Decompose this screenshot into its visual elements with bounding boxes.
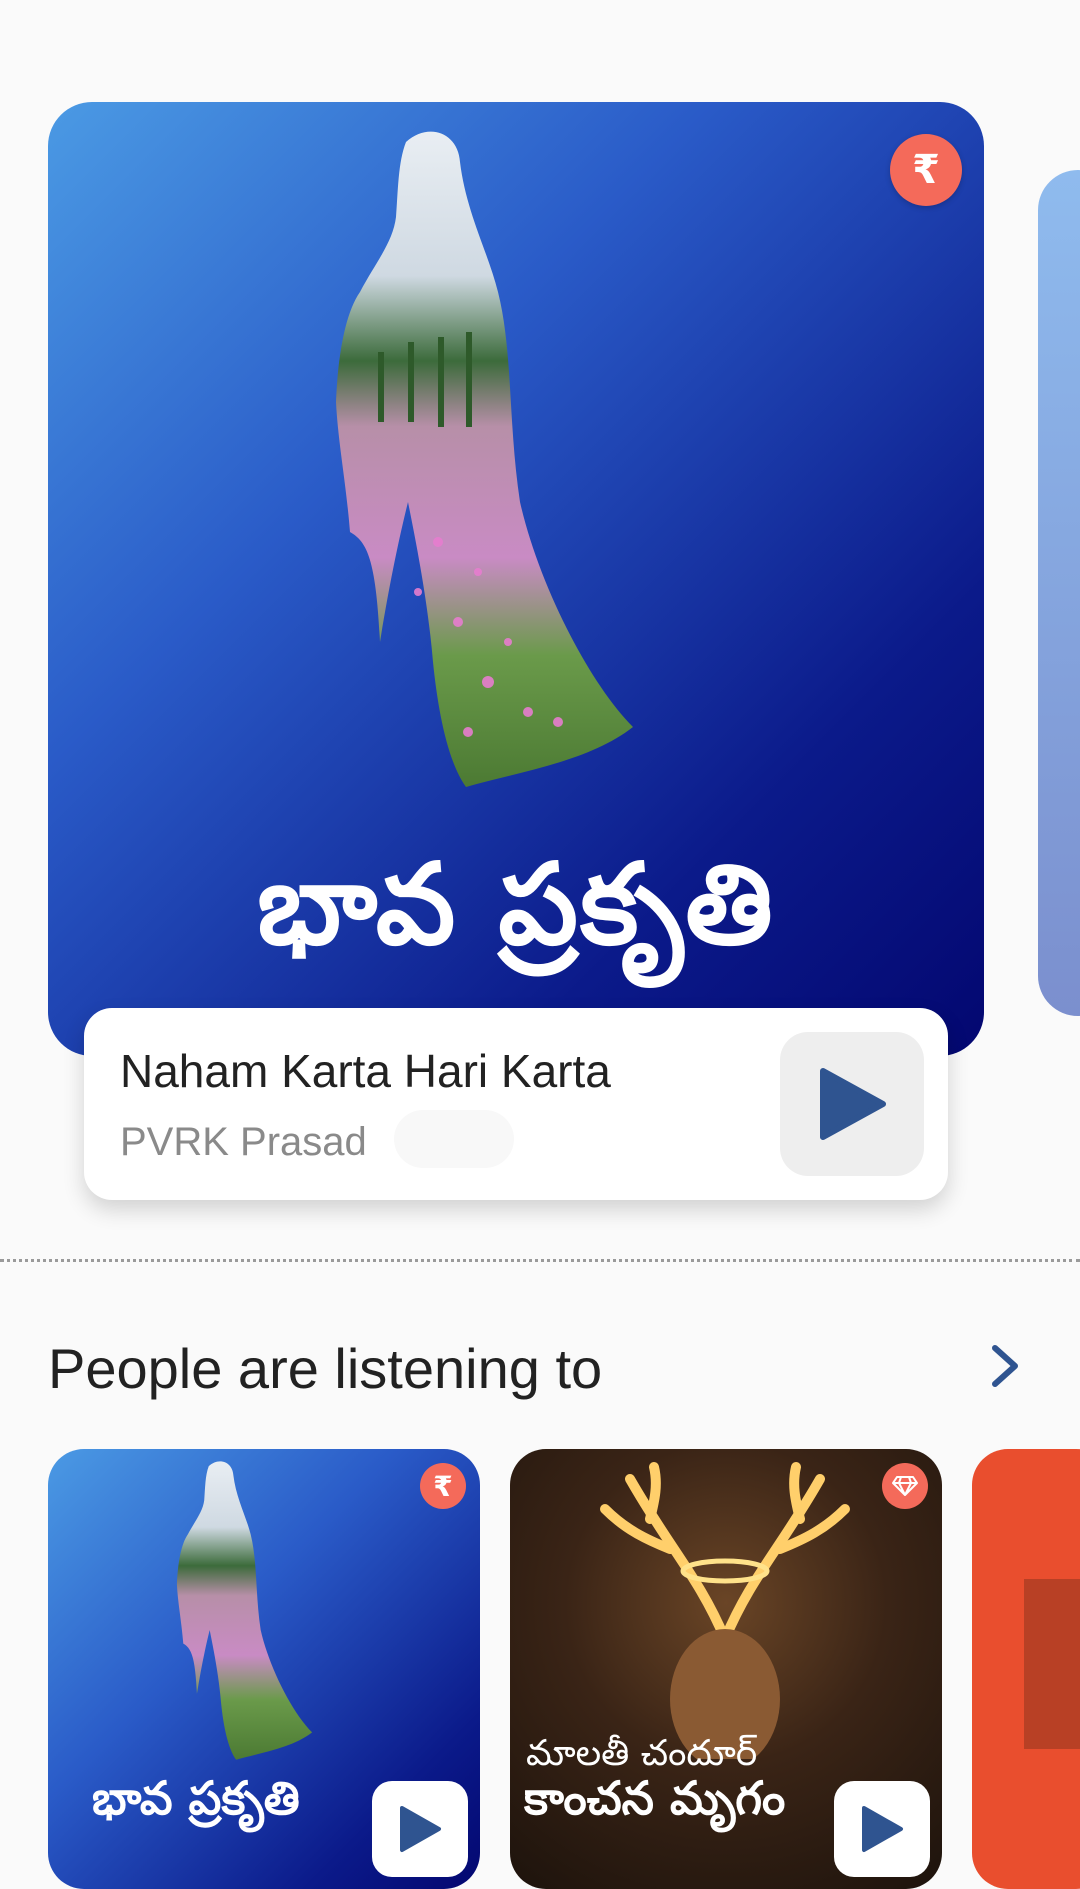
play-icon [820,1068,886,1140]
cover-art-silhouette [176,1461,313,1760]
runner-art [1024,1579,1080,1749]
featured-cover[interactable]: భావ ప్రకృతి ₹ [48,102,984,1056]
cover-title: భావ ప్రకృతి [257,840,775,970]
section-divider [0,1259,1080,1262]
audiobook-card[interactable]: మాలతీ చందూర్ కాంచన మృగం [510,1449,942,1889]
section-title: People are listening to [48,1337,603,1400]
play-icon [400,1806,441,1852]
audiobook-card[interactable] [972,1449,1080,1889]
cover-art-silhouette [336,131,633,787]
play-button[interactable] [834,1781,930,1877]
card-title: కాంచన మృగం [524,1771,786,1825]
card-title: భావ ప్రకృతి [92,1771,300,1825]
track-title: Naham Karta Hari Karta [120,1045,611,1097]
audiobook-card[interactable]: ₹ భావ ప్రకృతి [48,1449,480,1889]
placeholder-pill [394,1110,514,1168]
rupee-badge-icon: ₹ [420,1463,466,1509]
play-icon [862,1806,903,1852]
featured-info-card[interactable]: Naham Karta Hari Karta PVRK Prasad [84,1008,948,1200]
deer-art [600,1462,850,1759]
next-featured-card[interactable] [1038,170,1080,1016]
rupee-badge-icon: ₹ [890,134,962,206]
chevron-right-icon[interactable] [985,1344,1025,1388]
diamond-badge-icon [882,1463,928,1509]
play-button[interactable] [372,1781,468,1877]
play-button[interactable] [780,1032,924,1176]
track-author: PVRK Prasad [120,1120,367,1164]
